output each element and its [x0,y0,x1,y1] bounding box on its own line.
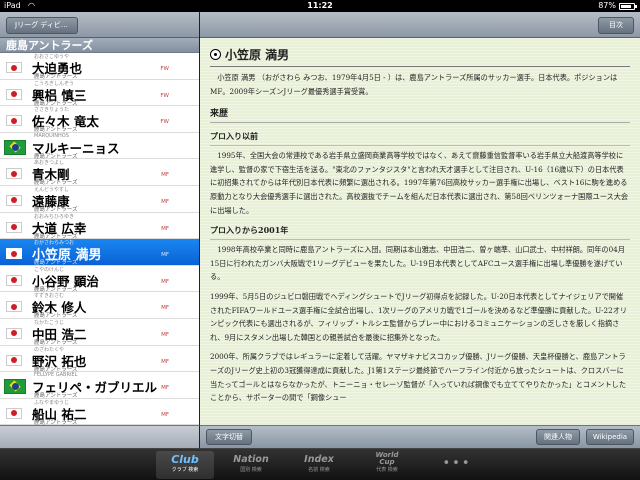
subsection-heading-after-pro: プロ入りから2001年 [210,225,289,236]
player-row[interactable]: ささきりょうた 佐々木 竜太 鹿島アントラーズ FW [0,106,199,133]
player-row[interactable]: なかたこうじ 中田 浩二 鹿島アントラーズ MF [0,318,199,346]
master-toolbar [0,425,200,448]
related-people-button[interactable]: 関連人物 [536,429,580,445]
article-toolbar: 文字切替 関連人物 Wikipedia [200,425,640,448]
japan-flag-icon [6,248,22,260]
tab-world-cup-label2: Cup [379,458,395,466]
player-row[interactable]: おがさわらみつお 小笠原 満男 鹿島アントラーズ MF [0,239,199,266]
title-divider [210,66,630,67]
back-button[interactable]: Jリーグ ディビジ... [6,17,78,34]
tab-index[interactable]: Index 名前 検索 [290,451,348,479]
player-list: おおさこゆうや 大迫勇也 鹿島アントラーズ FW こうろぎしんぞう 興梠 慎三 鹿島アントラ… [0,53,199,425]
player-row[interactable]: こやのけんじ 小谷野 顕治 鹿島アントラーズ MF [0,265,199,293]
subsection-heading-before-pro: プロ入り以前 [210,131,258,142]
japan-flag-icon [6,168,22,180]
battery-icon [619,3,637,10]
tab-more[interactable]: ••• [428,451,486,479]
tab-world-cup[interactable]: World Cup 代表 検索 [358,451,416,479]
player-row[interactable]: あおきつよし 青木剛 鹿島アントラーズ MF [0,159,199,186]
player-position: FW [160,66,169,72]
player-row[interactable]: おおさこゆうや 大迫勇也 鹿島アントラーズ FW [0,53,199,80]
player-position: MF [161,385,169,392]
player-row[interactable]: ふなやまゆうじ 船山 祐二 鹿島アントラーズ MF [0,398,199,425]
japan-flag-icon [6,115,22,127]
battery-fill [621,5,632,8]
paragraph-after-pro-3: 2000年、所属クラブではレギュラーに定着して活躍。ヤマザキナビスコカップ優勝、… [210,352,627,403]
brazil-flag-icon [4,379,26,395]
article-title-text: 小笠原 満男 [225,48,290,62]
paragraph-after-pro-2: 1999年、5月5日のジュビロ磐田戦でヘディングシュートでJリーグ初得点を記録し… [210,291,628,342]
player-row[interactable]: こうろぎしんぞう 興梠 慎三 鹿島アントラーズ FW [0,79,199,107]
subsection-divider [210,145,630,147]
player-position: MF [161,278,169,285]
detail-nav-bar: 目次 [200,12,640,38]
player-position: FW [160,119,169,126]
player-row[interactable]: のざわたくや 野沢 拓也 鹿島アントラーズ MF [0,345,199,373]
japan-flag-icon [6,221,22,233]
article-title: 小笠原 満男 [210,46,630,63]
player-position: MF [161,198,169,205]
paragraph-after-pro-1: 1998年高校卒業と同時に鹿島アントラーズに入団。同期は本山雅志、中田浩二、曽ヶ… [210,245,625,282]
subsection-divider [210,239,630,241]
team-header: 鹿島アントラーズ [0,38,199,53]
tab-world-cup-sub: 代表 検索 [376,467,398,473]
player-position: MF [161,172,169,179]
japan-flag-icon [6,194,22,206]
brazil-flag-icon [4,139,26,155]
tab-index-sub: 名前 検索 [308,467,330,473]
master-nav-bar: Jリーグ ディビジ... [0,12,199,38]
player-position: FW [160,92,169,99]
japan-flag-icon [6,327,22,339]
status-bar: iPad ◠ 11:22 87% [0,0,640,12]
tab-club-sub: クラブ 検索 [171,467,199,473]
tab-club[interactable]: Club クラブ 検索 [156,451,214,479]
more-icon: ••• [442,456,472,471]
player-club: 鹿島アントラーズ [34,419,78,425]
intro-paragraph: 小笠原 満男 （おがさわら みつお、1979年4月5日 - ）は、鹿島アントラー… [210,73,618,96]
player-position: MF [161,331,169,338]
paragraph-before-pro: 1995年、全国大会の常連校である岩手県立盛岡商業高等学校ではなく、あえて齋藤重… [210,151,629,215]
clock: 11:22 [307,1,333,10]
player-row[interactable]: MARQUINHOS マルキーニョス 鹿島アントラーズ [0,132,199,160]
battery-percent: 87% [598,1,616,10]
player-position: MF [161,225,169,232]
tab-nation-label: Nation [233,454,269,465]
player-row[interactable]: すずきおさむ 鈴木 修人 鹿島アントラーズ MF [0,292,199,319]
tab-nation[interactable]: Nation 国別 検索 [222,451,280,479]
article-body[interactable]: 小笠原 満男 小笠原 満男 （おがさわら みつお、1979年4月5日 - ）は、… [200,38,640,435]
player-position: MF [161,358,169,365]
toc-button[interactable]: 目次 [598,17,634,34]
tab-nation-sub: 国別 検索 [240,467,262,473]
player-position: MF [161,411,169,418]
player-row[interactable]: えんどうやすし 遠藤康 鹿島アントラーズ MF [0,185,199,213]
player-row[interactable]: FELLYPE GABRIEL フェリペ・ガブリエル 鹿島アントラーズ MF [0,372,199,399]
japan-flag-icon [6,274,22,286]
tab-bar: Club クラブ 検索 Nation 国別 検索 Index 名前 検索 Wor… [0,448,640,480]
wikipedia-button[interactable]: Wikipedia [586,429,634,445]
japan-flag-icon [6,407,22,419]
tab-club-label: Club [171,453,199,466]
section-heading-career: 来歴 [210,109,229,120]
tab-index-label: Index [304,454,334,465]
japan-flag-icon [6,354,22,366]
player-row[interactable]: おおみちひろゆき 大道 広幸 鹿島アントラーズ MF [0,212,199,240]
font-toggle-button[interactable]: 文字切替 [206,429,252,445]
article-pane: 目次 小笠原 満男 小笠原 満男 （おがさわら みつお、1979年4月5日 - … [200,12,640,435]
soccer-ball-icon [210,49,221,60]
player-position: MF [161,305,169,312]
japan-flag-icon [6,88,22,100]
section-divider [210,122,630,124]
japan-flag-icon [6,301,22,313]
japan-flag-icon [6,62,22,73]
player-position: MF [161,252,169,259]
player-list-pane: Jリーグ ディビジ... 鹿島アントラーズ おおさこゆうや 大迫勇也 鹿島アントラー… [0,12,200,425]
